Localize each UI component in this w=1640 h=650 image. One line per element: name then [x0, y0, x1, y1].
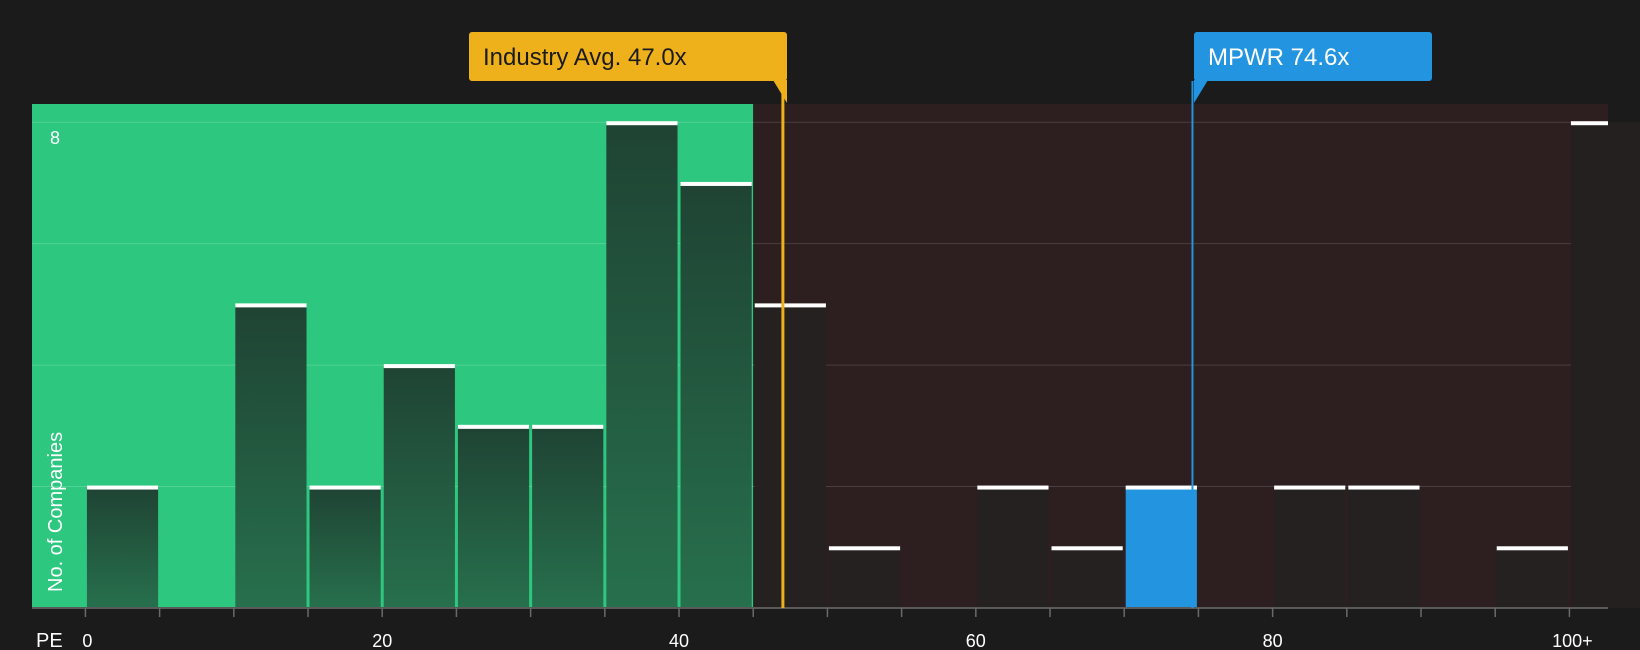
bar-top-80-85 [1274, 485, 1346, 490]
marker-label-0: Industry Avg. 47.0x [483, 44, 687, 71]
bar-25-30 [457, 425, 530, 608]
bar-10-15 [235, 304, 307, 608]
marker-pointer-0 [773, 80, 787, 103]
bar-top-10-15 [235, 303, 307, 308]
y-axis-label: No. of Companies [45, 432, 67, 592]
y-tick-label-8: 8 [50, 128, 60, 148]
bar-top-65-70 [1051, 546, 1123, 551]
bar-top-35-40 [606, 121, 678, 126]
x-tick-label-0: 0 [82, 631, 92, 650]
bar-60-65 [977, 486, 1049, 608]
bar-50-55 [828, 547, 901, 608]
bar-30-35 [532, 425, 604, 608]
bar-85-90 [1348, 486, 1420, 608]
bar-top-25-30 [457, 424, 530, 429]
x-tick-label-60: 60 [966, 631, 986, 650]
bar-top-85-90 [1348, 485, 1420, 490]
bar-0-5 [86, 486, 159, 608]
bar-top-95-100 [1496, 546, 1568, 551]
bar-top-100-105 [1570, 121, 1608, 126]
bar-top-60-65 [977, 485, 1049, 490]
x-tick-label-80: 80 [1263, 631, 1283, 650]
bar-top-40-45 [680, 181, 752, 186]
bar-top-20-25 [383, 364, 455, 369]
bar-65-70 [1051, 547, 1123, 608]
x-axis: 0 20 40 60 80 100+ [32, 607, 1608, 650]
bar-15-20 [309, 486, 381, 608]
bar-80-85 [1274, 486, 1346, 608]
marker-label-1: MPWR 74.6x [1208, 44, 1349, 71]
bar-45-50 [754, 304, 826, 608]
bar-20-25 [383, 365, 455, 608]
bar-top-45-50 [754, 303, 826, 308]
bar-35-40 [606, 122, 678, 609]
bar-top-0-5 [86, 485, 159, 490]
x-tick-label-40: 40 [669, 631, 689, 650]
bar-top-30-35 [532, 424, 604, 429]
x-tick-label-20: 20 [372, 631, 392, 650]
x-axis-label: PE [36, 630, 63, 650]
x-tick-label-100: 100+ [1552, 631, 1593, 650]
bar-70-75 [1125, 486, 1197, 608]
bar-top-70-75 [1125, 485, 1197, 490]
marker-pointer-1 [1194, 80, 1208, 103]
bar-40-45 [680, 182, 752, 608]
bar-95-100 [1496, 547, 1568, 608]
bar-top-50-55 [828, 546, 901, 551]
bar-100-105 [1570, 122, 1640, 609]
pe-distribution-chart: 0 20 40 60 80 100+ Industry Avg. 47.0x MPWR 74… [32, 32, 1640, 650]
bar-top-15-20 [309, 485, 381, 490]
